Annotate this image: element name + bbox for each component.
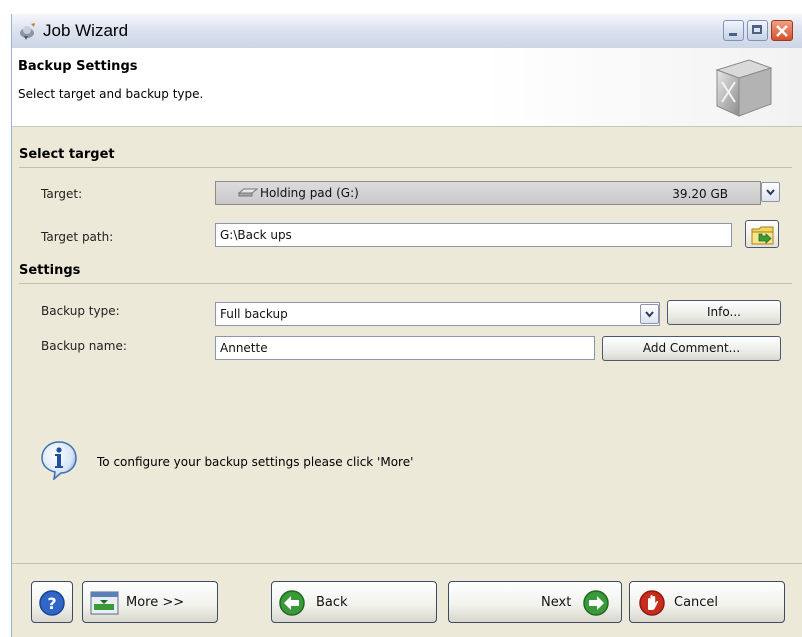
help-icon: ?: [39, 590, 65, 616]
browse-folder-button[interactable]: [745, 220, 779, 248]
backup-type-select[interactable]: Full backup: [215, 302, 660, 326]
back-button[interactable]: Back: [271, 581, 437, 623]
back-button-label: Back: [316, 595, 348, 610]
page-title: Backup Settings: [18, 59, 138, 74]
info-message: To configure your backup settings please…: [97, 455, 414, 469]
backup-type-label: Backup type:: [41, 304, 120, 318]
target-size: 39.20 GB: [672, 187, 728, 201]
footer-divider: [12, 563, 802, 564]
more-button[interactable]: More >>: [82, 581, 218, 623]
add-comment-button[interactable]: Add Comment...: [602, 336, 781, 361]
backup-name-input[interactable]: Annette: [215, 336, 595, 360]
cancel-button[interactable]: Cancel: [629, 581, 785, 623]
window-title: Job Wizard: [43, 21, 129, 40]
options-panel-icon: [90, 591, 119, 615]
close-icon: [776, 25, 788, 37]
svg-text:?: ?: [47, 594, 56, 613]
backup-type-dropdown-button[interactable]: [640, 304, 659, 324]
chevron-down-icon: [766, 189, 775, 196]
section-divider: [19, 167, 792, 168]
target-dropdown-button[interactable]: [761, 182, 780, 202]
wizard-header: Backup Settings Select target and backup…: [12, 48, 802, 127]
arrow-left-icon: [279, 590, 305, 616]
page-subtitle: Select target and backup type.: [18, 87, 204, 101]
target-path-label: Target path:: [41, 230, 114, 244]
chevron-down-icon: [645, 311, 654, 318]
target-select[interactable]: Holding pad (G:) 39.20 GB: [215, 181, 761, 205]
cancel-button-label: Cancel: [674, 595, 719, 610]
info-button[interactable]: Info...: [667, 300, 781, 325]
help-button[interactable]: ?: [31, 581, 73, 623]
target-label: Target:: [41, 187, 83, 201]
target-value: Holding pad (G:): [260, 186, 359, 200]
target-path-input[interactable]: G:\Back ups: [215, 223, 732, 247]
arrow-right-icon: [583, 590, 609, 616]
next-button[interactable]: Next: [448, 581, 622, 623]
title-bar[interactable]: Job Wizard: [12, 14, 802, 49]
drive-icon: [238, 188, 258, 197]
app-icon: [20, 23, 35, 40]
maximize-button[interactable]: [747, 20, 768, 41]
job-wizard-window: Job Wizard Backup Settings Select target…: [11, 14, 802, 637]
minimize-button[interactable]: [723, 20, 744, 41]
select-target-heading: Select target: [19, 147, 115, 162]
info-icon: [41, 441, 77, 480]
settings-heading: Settings: [19, 263, 81, 278]
close-button[interactable]: [771, 20, 793, 41]
next-button-label: Next: [541, 595, 572, 610]
section-divider: [19, 283, 792, 284]
stop-hand-icon: [639, 590, 665, 616]
more-button-label: More >>: [126, 595, 185, 610]
backup-name-label: Backup name:: [41, 339, 127, 353]
folder-icon: [751, 226, 774, 245]
backup-box-logo-icon: [715, 59, 773, 117]
